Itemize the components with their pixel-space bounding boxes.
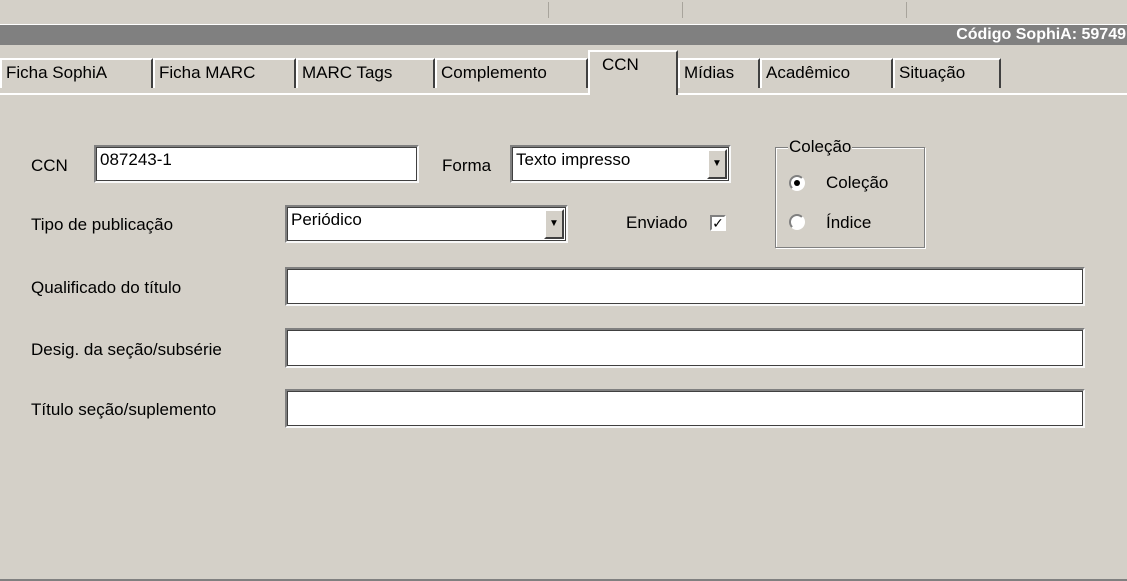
titulo-secao-field[interactable] [285,389,1085,428]
desig-secao-field[interactable] [285,328,1085,368]
ccn-value: 087243-1 [100,150,172,169]
top-toolbar-strip [0,0,1127,25]
tipo-publicacao-select[interactable]: Periódico ▼ [285,205,568,243]
radio-colecao[interactable] [789,175,805,191]
radio-selected-dot [794,180,800,186]
tab-complemento[interactable]: Complemento [435,58,588,88]
forma-value: Texto impresso [516,150,631,169]
tab-situacao[interactable]: Situação [893,58,1001,88]
forma-label: Forma [442,156,492,175]
tab-marc-tags[interactable]: MARC Tags [296,58,435,88]
toolbar-separator [906,2,907,18]
tipo-publicacao-label: Tipo de publicação [31,215,174,234]
titulo-secao-label: Título seção/suplemento [31,400,217,419]
qualificado-titulo-label: Qualificado do título [31,278,182,297]
chevron-down-icon[interactable]: ▼ [544,209,564,239]
toolbar-separator [682,2,683,18]
enviado-checkbox[interactable]: ✓ [710,215,726,231]
radio-indice[interactable] [789,214,805,230]
tab-ficha-marc[interactable]: Ficha MARC [153,58,296,88]
chevron-down-icon[interactable]: ▼ [707,149,727,179]
tab-midias[interactable]: Mídias [678,58,760,88]
record-code-header: Código SophiA: 59749 [0,25,1127,45]
tab-academico[interactable]: Acadêmico [760,58,893,88]
toolbar-separator [548,2,549,18]
ccn-label: CCN [31,156,68,175]
desig-secao-label: Desig. da seção/subsérie [31,340,222,359]
enviado-label: Enviado [626,213,688,232]
tab-ficha-sophia[interactable]: Ficha SophiA [0,58,153,88]
radio-indice-label[interactable]: Índice [826,212,871,234]
qualificado-titulo-field[interactable] [285,267,1085,306]
tab-ccn[interactable]: CCN [588,50,678,95]
tab-panel-border [0,93,1127,95]
colecao-group-title: Coleção [788,137,853,157]
tipo-publicacao-value: Periódico [291,210,362,229]
radio-colecao-label[interactable]: Coleção [826,172,888,194]
tab-strip: Ficha SophiA Ficha MARC MARC Tags Comple… [0,47,1127,95]
forma-select[interactable]: Texto impresso ▼ [510,145,731,183]
ccn-field[interactable]: 087243-1 [94,145,419,183]
